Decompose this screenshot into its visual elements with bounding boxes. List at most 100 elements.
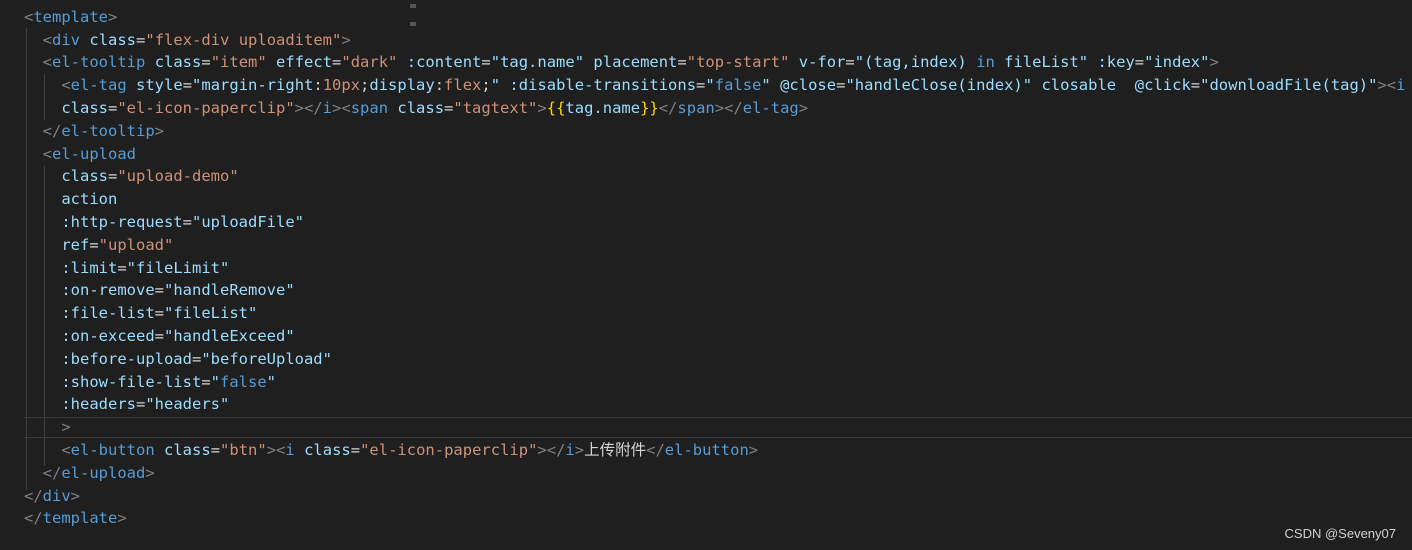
token-attr: :before-upload <box>61 350 192 368</box>
token-tag: i <box>1396 76 1406 94</box>
code-line-15: :before-upload="beforeUpload" <box>61 350 332 368</box>
token: < <box>61 76 71 94</box>
token: > <box>332 99 342 117</box>
token-expr: downloadFile(tag) <box>1209 76 1369 94</box>
token-attr: ref <box>61 236 90 254</box>
token: < <box>42 31 53 49</box>
code-line-9: :http-request="uploadFile" <box>61 213 304 231</box>
token-attr: style <box>136 76 183 94</box>
token: " <box>210 373 220 391</box>
code-line-3: <el-tooltip class="item" effect="dark" :… <box>42 53 1219 71</box>
token-attr: action <box>61 190 118 208</box>
token: ; <box>360 76 370 94</box>
token: </ <box>646 441 665 459</box>
token-attr: class <box>397 99 445 117</box>
token-attr: @click <box>1134 76 1191 94</box>
token-attr: :on-exceed <box>61 327 155 345</box>
token: " <box>845 76 855 94</box>
token-tag: template <box>33 8 108 26</box>
code-line-18: > <box>24 416 70 439</box>
code-line-4-wrap: class="el-icon-paperclip"></i><span clas… <box>61 99 809 117</box>
token: > <box>70 487 81 505</box>
token: " <box>266 373 277 391</box>
code-line-6: <el-upload <box>24 143 136 166</box>
token-string: "flex-div uploaditem" <box>145 31 342 49</box>
token-attr: placement <box>593 53 678 71</box>
token-keyword: false <box>714 76 762 94</box>
token: < <box>42 145 53 163</box>
token: > <box>798 99 809 117</box>
token-string: "tagtext" <box>453 99 538 117</box>
token-tag: el-tooltip <box>61 122 155 140</box>
token-attr: :headers <box>61 395 136 413</box>
token-attr: @close <box>780 76 837 94</box>
code-line-16: :show-file-list="false" <box>61 373 277 391</box>
token: </ <box>724 99 743 117</box>
token-string: "handleRemove" <box>164 281 295 299</box>
token: < <box>341 99 351 117</box>
token: " <box>1078 53 1089 71</box>
token: > <box>145 464 155 482</box>
token: </ <box>42 464 62 482</box>
token-tag: template <box>42 509 118 527</box>
token: </ <box>24 487 43 505</box>
code-line-19: <el-button class="btn"><i class="el-icon… <box>61 441 759 459</box>
code-line-14: :on-exceed="handleExceed" <box>61 327 295 345</box>
token: : <box>434 76 445 94</box>
code-line-20: </el-upload> <box>24 462 155 485</box>
code-editor[interactable]: <template> <div class="flex-div uploadit… <box>0 0 1412 550</box>
token: < <box>61 441 71 459</box>
token-string: "top-start" <box>686 53 790 71</box>
token: </ <box>304 99 323 117</box>
token-tag: span <box>677 99 715 117</box>
token-attr: class <box>304 441 351 459</box>
token-string: "el-icon-paperclip" <box>117 99 295 117</box>
code-line-2: <div class="flex-div uploaditem"> <box>24 29 351 52</box>
token-attr: :disable-transitions <box>509 76 697 94</box>
token: > <box>537 441 547 459</box>
token-string: "headers" <box>145 395 230 413</box>
token: > <box>1209 53 1219 71</box>
token: " <box>705 76 715 94</box>
token: > <box>748 441 759 459</box>
token: = <box>136 31 146 49</box>
token-attr: class <box>61 99 108 117</box>
token-tag: el-upload <box>52 145 137 163</box>
code-line-4: <el-tag style="margin-right:10px;display… <box>61 76 1406 94</box>
token-tag: div <box>42 487 71 505</box>
token: > <box>266 441 277 459</box>
token-expr: handleClose(index) <box>854 76 1023 94</box>
token-attr: effect <box>276 53 333 71</box>
token-string: "tag.name" <box>490 53 585 71</box>
code-line-22: </template> <box>24 507 127 530</box>
token: > <box>574 441 585 459</box>
token-string: "uploadFile" <box>192 213 304 231</box>
current-line-highlight <box>24 417 1412 438</box>
watermark: CSDN @Seveny07 <box>1284 526 1396 541</box>
token: > <box>117 509 127 527</box>
token-attr: :key <box>1097 53 1135 71</box>
code-line-1: <template> <box>24 6 117 29</box>
token-string: "fileLimit" <box>126 259 230 277</box>
token: " <box>1022 76 1033 94</box>
token: > <box>294 99 304 117</box>
token: " <box>192 76 202 94</box>
token-tag: i <box>285 441 295 459</box>
token-attr: :on-remove <box>61 281 155 299</box>
token: < <box>276 441 286 459</box>
token: </ <box>658 99 678 117</box>
token-string: "upload-demo" <box>117 167 239 185</box>
token-attr: :show-file-list <box>61 373 202 391</box>
token-css-prop: display <box>369 76 435 94</box>
token: > <box>714 99 725 117</box>
code-line-11: :limit="fileLimit" <box>61 259 230 277</box>
token-text: 上传附件 <box>584 441 647 459</box>
token-expr: (tag,index) <box>864 53 967 71</box>
token-css-value: flex <box>444 76 482 94</box>
token-tag: el-tooltip <box>52 53 146 71</box>
token-tag: i <box>565 441 575 459</box>
token-tag: el-tag <box>742 99 799 117</box>
token-tag: el-button <box>664 441 749 459</box>
token: > <box>1377 76 1387 94</box>
token: ; <box>481 76 491 94</box>
